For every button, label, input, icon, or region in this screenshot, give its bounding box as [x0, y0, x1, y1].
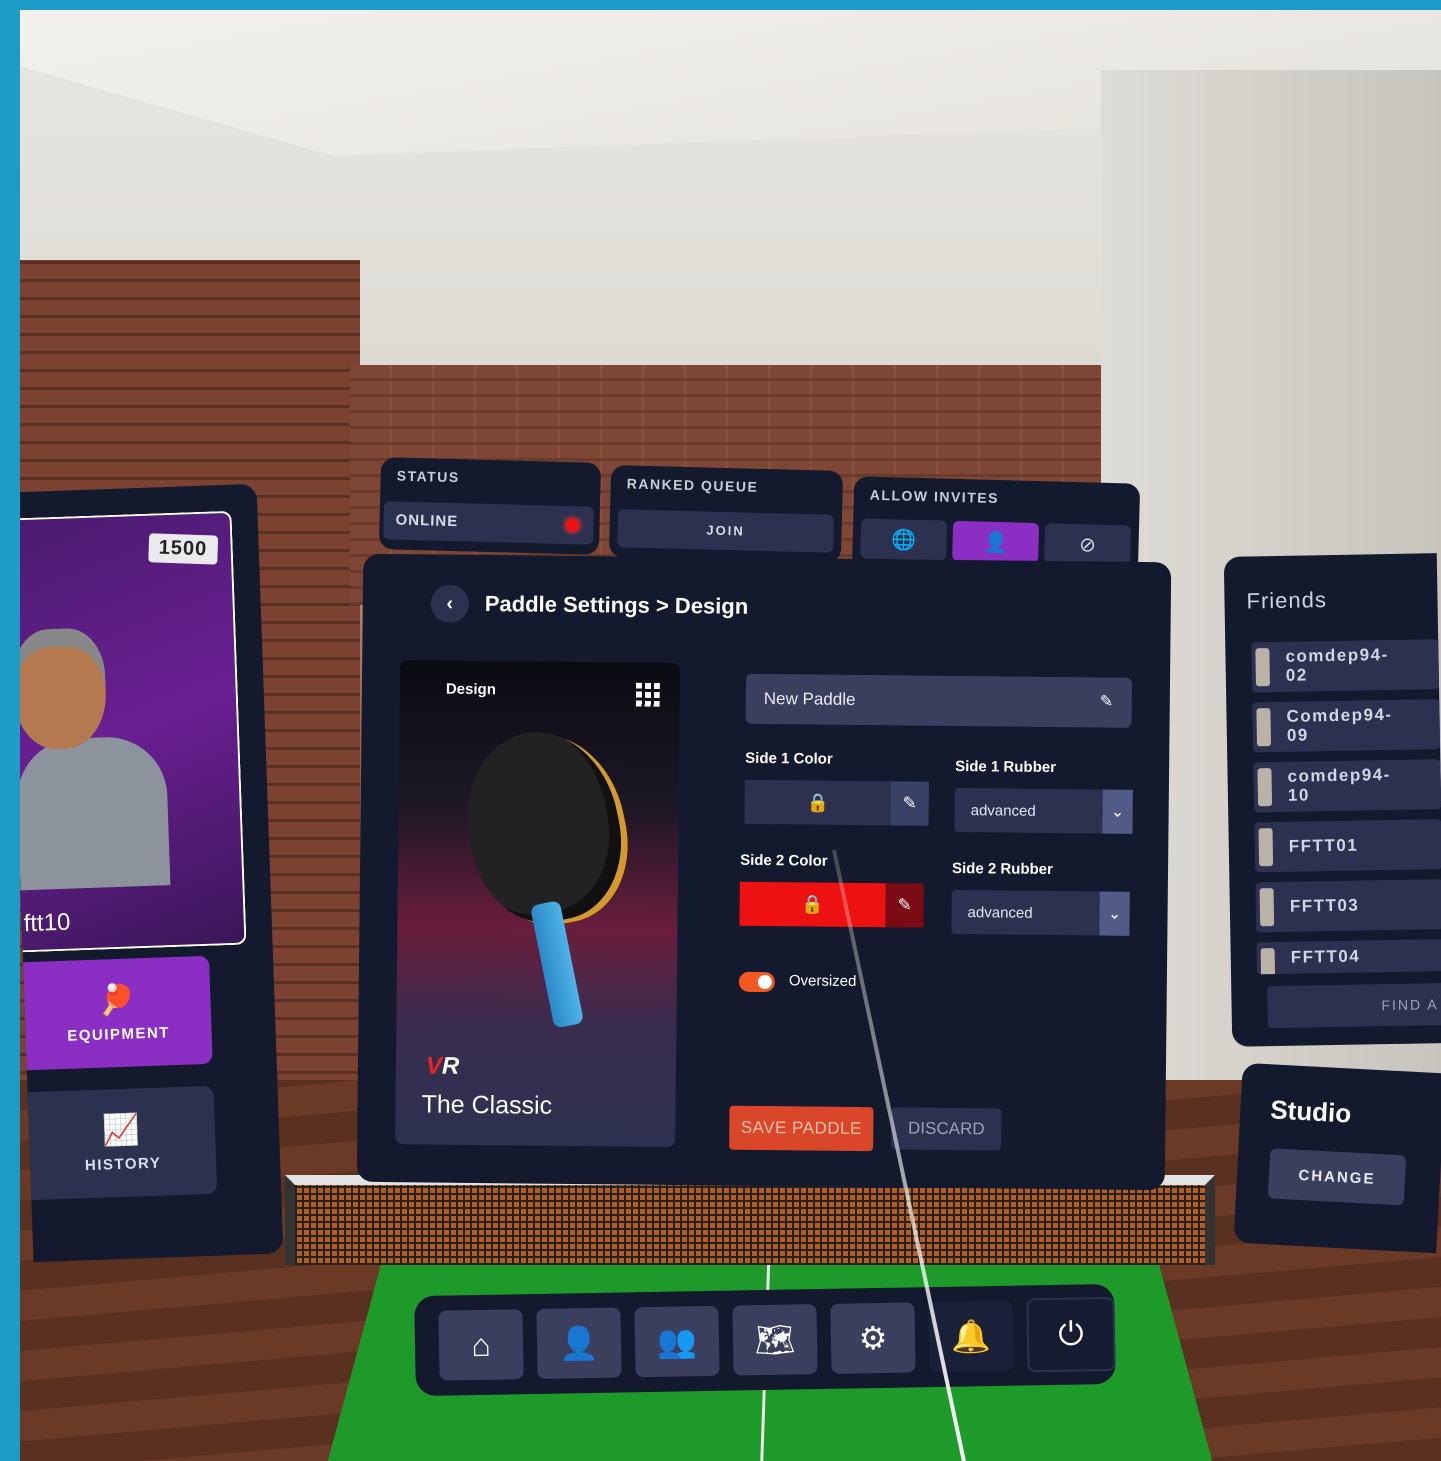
studio-title: Studio	[1269, 1094, 1353, 1129]
power-icon: ⏻	[1057, 1315, 1084, 1352]
side1-rubber-select[interactable]: advanced ⌄	[954, 787, 1133, 834]
lock-icon: 🔒	[806, 791, 830, 813]
join-queue-button[interactable]: JOIN	[617, 509, 835, 553]
settings-icon: ⚙	[858, 1319, 888, 1357]
paddle-handle	[529, 900, 585, 1029]
preview-label: Design	[445, 680, 496, 699]
lock-icon: 🔒	[801, 893, 824, 915]
side2-rubber-label: Side 2 Rubber	[951, 859, 1053, 879]
save-paddle-button[interactable]: SAVE PADDLE	[729, 1105, 874, 1152]
grid-icon[interactable]	[635, 682, 660, 707]
status-dropdown[interactable]: ONLINE	[383, 501, 595, 545]
breadcrumb: Paddle Settings > Design	[484, 591, 749, 619]
side2-rubber-value: advanced	[967, 903, 1033, 922]
side2-edit-button[interactable]: ✎	[885, 883, 924, 928]
paddle-model-name: The Classic	[421, 1090, 553, 1120]
home-button[interactable]: ⌂	[438, 1309, 524, 1381]
discard-button[interactable]: DISCARD	[891, 1107, 1002, 1151]
friends-button[interactable]: 👥	[634, 1305, 720, 1378]
map-button[interactable]: 🗺	[732, 1304, 818, 1376]
history-label: HISTORY	[84, 1154, 162, 1175]
profile-card[interactable]: 1500 ftt10	[20, 510, 247, 953]
side1-color-swatch: 🔒	[744, 779, 891, 826]
bottom-dock: ⌂ 👤 👥 🗺 ⚙ 🔔 ⏻	[414, 1283, 1116, 1397]
chevron-down-icon: ⌄	[1099, 891, 1130, 936]
side2-rubber-select[interactable]: advanced ⌄	[951, 889, 1130, 936]
map-icon: 🗺	[754, 1321, 796, 1359]
ranked-queue-panel: RANKED QUEUE JOIN	[608, 464, 844, 564]
friend-item[interactable]: Comdep94- 09	[1252, 699, 1441, 753]
side1-rubber-value: advanced	[970, 801, 1036, 820]
friends-panel: Friends comdep94- 02 Comdep94- 09 comdep…	[1223, 553, 1441, 1047]
side2-color-swatch: 🔒	[739, 881, 886, 928]
online-indicator-icon	[565, 517, 580, 533]
paddle-preview: Design VR The Classic	[395, 660, 681, 1148]
side1-edit-button[interactable]: ✎	[890, 781, 929, 826]
pencil-icon[interactable]: ✎	[1100, 692, 1118, 711]
settings-button[interactable]: ⚙	[830, 1302, 916, 1374]
oversized-label: Oversized	[788, 972, 857, 990]
profile-icon: 👤	[558, 1324, 600, 1362]
friend-item[interactable]: FFTT03	[1255, 879, 1441, 933]
avatar-body	[20, 735, 171, 891]
studio-panel: Studio CHANGE	[1233, 1062, 1441, 1254]
chevron-left-icon: ‹	[446, 592, 454, 615]
pencil-icon: ✎	[897, 895, 912, 915]
profile-button[interactable]: 👤	[536, 1307, 622, 1379]
bell-icon: 🔔	[950, 1318, 992, 1355]
equipment-label: EQUIPMENT	[67, 1024, 171, 1045]
friends-icon: 👥	[656, 1323, 698, 1360]
avatar	[20, 627, 108, 751]
oversized-toggle[interactable]	[738, 971, 775, 993]
paddle-name-input[interactable]: New Paddle ✎	[745, 673, 1133, 728]
allow-invites-title: ALLOW INVITES	[869, 486, 1000, 507]
back-button[interactable]: ‹	[430, 584, 469, 623]
friend-item[interactable]: FFTT01	[1254, 819, 1441, 873]
invite-none-button[interactable]: ⊘	[1044, 523, 1132, 566]
globe-icon: 🌐	[890, 528, 917, 552]
profile-panel: 1500 ftt10 🏓 EQUIPMENT 📈 HISTORY	[20, 483, 284, 1263]
history-button[interactable]: 📈 HISTORY	[27, 1085, 218, 1201]
pencil-icon: ✎	[902, 793, 917, 813]
change-studio-button[interactable]: CHANGE	[1267, 1148, 1407, 1206]
friends-title: Friends	[1246, 587, 1328, 614]
friend-item[interactable]: comdep94- 02	[1251, 639, 1440, 693]
find-friends-button[interactable]: FIND A	[1267, 983, 1441, 1029]
blocked-icon: ⊘	[1078, 533, 1097, 557]
chart-icon: 📈	[101, 1113, 142, 1148]
paddle-settings-panel: ‹ Paddle Settings > Design Design VR The…	[356, 553, 1172, 1191]
friends-icon: 👤	[982, 531, 1009, 554]
friend-item[interactable]: comdep94- 10	[1253, 759, 1441, 813]
side1-color-picker[interactable]: 🔒 ✎	[744, 779, 929, 826]
brand-logo: VR	[425, 1052, 460, 1080]
side1-rubber-label: Side 1 Rubber	[955, 757, 1057, 777]
invite-everyone-button[interactable]: 🌐	[860, 518, 948, 561]
paddle-name-value: New Paddle	[763, 688, 856, 709]
status-title: STATUS	[396, 467, 460, 486]
side2-color-picker[interactable]: 🔒 ✎	[739, 881, 924, 928]
home-icon: ⌂	[471, 1326, 492, 1363]
chevron-down-icon: ⌄	[1102, 789, 1133, 834]
rating-badge: 1500	[147, 533, 218, 565]
status-value: ONLINE	[395, 511, 459, 531]
player-name: ftt10	[23, 908, 71, 938]
ranked-queue-title: RANKED QUEUE	[626, 475, 759, 495]
side2-color-label: Side 2 Color	[740, 851, 828, 870]
side1-color-label: Side 1 Color	[745, 749, 833, 768]
equipment-button[interactable]: 🏓 EQUIPMENT	[23, 955, 213, 1071]
vr-scene: STATUS ONLINE RANKED QUEUE JOIN ALLOW IN…	[20, 10, 1441, 1461]
power-button[interactable]: ⏻	[1026, 1296, 1116, 1373]
friend-item[interactable]: FFTT04	[1256, 939, 1441, 975]
paddle-icon: 🏓	[97, 983, 138, 1018]
status-panel: STATUS ONLINE	[378, 457, 602, 555]
invite-friends-button[interactable]: 👤	[952, 520, 1040, 564]
